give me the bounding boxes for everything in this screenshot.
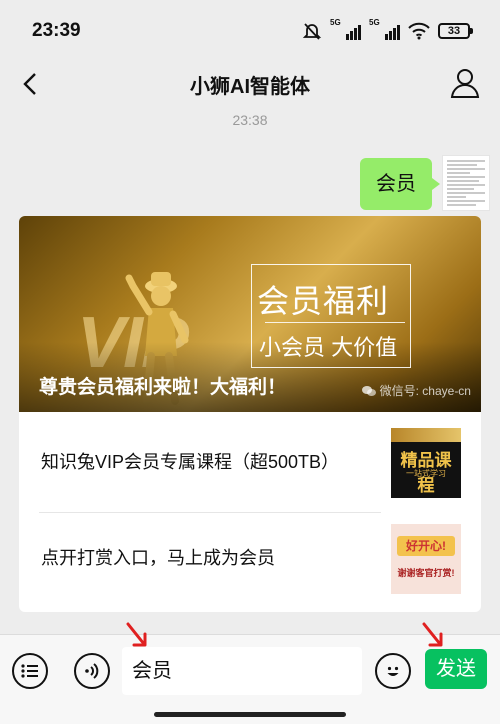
article-card[interactable]: VIP 会员福利 小会员 大价值 尊贵会员福利来啦！大福利！ 微信号: chay… <box>19 216 481 612</box>
article-thumbnail: 好开心! 谢谢客官打赏! <box>391 524 461 594</box>
profile-icon[interactable] <box>448 66 482 100</box>
sent-message-row: 会员 <box>360 155 490 211</box>
message-input[interactable]: 会员 <box>122 647 362 695</box>
thumbnail-stripe <box>391 428 461 442</box>
promo-subtitle: 小会员 大价值 <box>259 335 398 360</box>
arrow-annotation-icon <box>126 622 147 647</box>
thumbnail-title: 好开心! <box>397 536 455 556</box>
article-item-title: 知识兔VIP会员专属课程（超500TB） <box>41 452 340 472</box>
article-thumbnail: 精品课程 一站式学习 <box>391 428 461 498</box>
article-headline: 尊贵会员福利来啦！大福利！ <box>39 377 287 398</box>
thumbnail-subtitle: 一站式学习 <box>406 469 446 478</box>
arrow-annotation-icon <box>422 622 443 647</box>
home-indicator <box>154 712 346 717</box>
network-label: 5G <box>369 18 380 27</box>
voice-button[interactable] <box>74 653 110 689</box>
promo-title: 会员福利 <box>257 283 390 319</box>
sent-message-bubble[interactable]: 会员 <box>360 158 440 210</box>
message-timestamp: 23:38 <box>232 112 268 128</box>
send-button[interactable]: 发送 <box>425 649 487 689</box>
wechat-icon <box>361 385 376 396</box>
promo-divider <box>265 322 405 323</box>
voice-icon <box>85 663 99 679</box>
nav-bar: 小狮AI智能体 <box>0 62 500 106</box>
emoji-icon <box>387 666 399 676</box>
network-label: 5G <box>330 18 341 27</box>
status-bar: 23:39 5G 5G 33 <box>0 0 500 62</box>
signal-icon: 5G <box>369 18 400 40</box>
article-cover[interactable]: VIP 会员福利 小会员 大价值 尊贵会员福利来啦！大福利！ 微信号: chay… <box>19 216 481 412</box>
watermark: 微信号: chaye-cn <box>361 382 471 399</box>
status-time: 23:39 <box>32 20 81 41</box>
signal-icon: 5G <box>330 18 361 40</box>
status-icons: 5G 5G 33 <box>302 18 473 42</box>
menu-list-icon <box>21 664 38 678</box>
article-item-title: 点开打赏入口，马上成为会员 <box>41 548 275 568</box>
muted-bell-icon <box>302 23 322 40</box>
menu-button[interactable] <box>12 653 48 689</box>
watermark-text: 微信号: chaye-cn <box>379 384 471 398</box>
article-item[interactable]: 点开打赏入口，马上成为会员 好开心! 谢谢客官打赏! <box>19 508 481 608</box>
chat-title: 小狮AI智能体 <box>190 76 310 98</box>
avatar[interactable] <box>442 155 490 211</box>
article-item[interactable]: 知识兔VIP会员专属课程（超500TB） 精品课程 一站式学习 <box>19 412 481 512</box>
thumbnail-subtitle: 谢谢客官打赏! <box>397 568 455 578</box>
battery-icon: 33 <box>438 23 473 39</box>
emoji-button[interactable] <box>375 653 411 689</box>
wifi-icon <box>408 22 430 40</box>
